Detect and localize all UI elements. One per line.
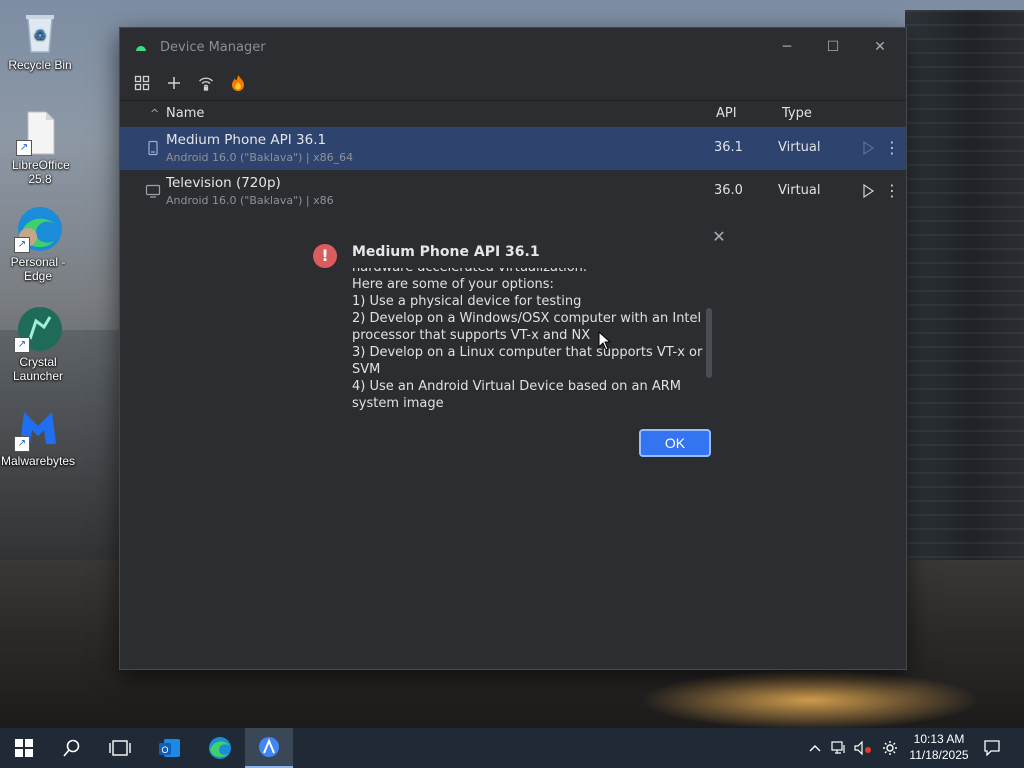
desktop-icon-malwarebytes[interactable]: ↗ Malwarebytes xyxy=(0,404,78,468)
more-options-icon[interactable]: ⋮ xyxy=(884,181,900,201)
task-view-button[interactable] xyxy=(96,728,144,768)
minimize-button[interactable]: ─ xyxy=(764,28,810,66)
device-type: Virtual xyxy=(778,183,821,198)
system-clock[interactable]: 10:13 AM 11/18/2025 xyxy=(906,731,972,763)
column-header-type[interactable]: Type xyxy=(782,101,812,127)
volume-muted-icon[interactable] xyxy=(852,728,874,768)
desktop-icon-label: Recycle Bin xyxy=(8,58,72,72)
settings-gear-icon[interactable] xyxy=(878,728,902,768)
table-row[interactable]: Medium Phone API 36.1 Android 16.0 ("Bak… xyxy=(120,127,906,170)
device-details: Android 16.0 ("Baklava") | x86 xyxy=(166,194,334,207)
desktop-icon-crystal-launcher[interactable]: ↗ Crystal Launcher xyxy=(0,305,78,383)
taskbar-outlook[interactable]: O xyxy=(146,728,194,768)
table-row[interactable]: Television (720p) Android 16.0 ("Baklava… xyxy=(120,170,906,213)
mouse-cursor-icon xyxy=(598,331,612,351)
device-api: 36.1 xyxy=(714,140,743,155)
dialog-message-line: 2) Develop on a Windows/OSX computer wit… xyxy=(352,311,702,343)
edge-icon: ↗ xyxy=(14,205,62,253)
desktop-icon-label: Personal - Edge xyxy=(10,255,66,283)
device-name: Medium Phone API 36.1 xyxy=(166,132,327,148)
device-group-icon[interactable] xyxy=(132,73,152,93)
error-dialog: ! Medium Phone API 36.1 ✕ hardware accel… xyxy=(298,222,740,466)
show-hidden-icons-chevron-up-icon[interactable] xyxy=(804,728,826,768)
clock-time: 10:13 AM xyxy=(913,732,965,746)
ok-button[interactable]: OK xyxy=(639,429,711,457)
taskbar-android-studio[interactable] xyxy=(245,728,293,768)
dialog-close-icon[interactable]: ✕ xyxy=(710,228,728,246)
android-icon xyxy=(136,46,146,51)
taskbar: O 10:13 AM 11/18/2025 xyxy=(0,728,1024,768)
toolbar xyxy=(120,66,906,101)
column-header-api[interactable]: API xyxy=(716,101,737,127)
desktop-icon-label: Crystal Launcher xyxy=(12,355,64,383)
libreoffice-icon: ↗ xyxy=(16,108,64,156)
device-name: Television (720p) xyxy=(166,175,281,191)
task-view-icon xyxy=(109,740,131,756)
table-header: ^ Name API Type xyxy=(120,101,906,128)
add-icon[interactable] xyxy=(164,73,184,93)
taskbar-edge[interactable] xyxy=(196,728,244,768)
device-api: 36.0 xyxy=(714,183,743,198)
outlook-icon: O xyxy=(159,739,180,757)
dialog-message: hardware accelerated virtualization. Her… xyxy=(352,268,704,410)
desktop-icon-label: LibreOffice 25.8 xyxy=(12,158,70,186)
clock-date: 11/18/2025 xyxy=(909,748,969,762)
column-header-name[interactable]: Name xyxy=(166,101,204,127)
search-icon xyxy=(63,739,80,757)
firebase-icon[interactable] xyxy=(228,73,248,93)
android-studio-icon xyxy=(259,737,279,757)
desktop-icon-libreoffice[interactable]: ↗ LibreOffice 25.8 xyxy=(0,108,80,186)
network-icon[interactable] xyxy=(828,728,850,768)
title-bar[interactable]: Device Manager ─ ☐ ✕ xyxy=(120,28,906,66)
dialog-message-line: Here are some of your options: xyxy=(352,277,554,292)
run-icon[interactable] xyxy=(860,140,876,156)
desktop-icon-recycle-bin[interactable]: ♻ Recycle Bin xyxy=(0,8,80,72)
dialog-message-line: 1) Use a physical device for testing xyxy=(352,294,582,309)
more-options-icon[interactable]: ⋮ xyxy=(884,138,900,158)
crystal-launcher-icon: ↗ xyxy=(14,305,62,353)
window-title: Device Manager xyxy=(160,39,266,55)
phone-device-icon xyxy=(148,140,158,156)
device-details: Android 16.0 ("Baklava") | x86_64 xyxy=(166,151,354,164)
malwarebytes-icon: ↗ xyxy=(14,404,62,452)
windows-icon xyxy=(15,739,33,757)
dialog-message-scroll[interactable]: hardware accelerated virtualization. Her… xyxy=(352,268,704,410)
start-button[interactable] xyxy=(0,728,48,768)
error-icon: ! xyxy=(313,244,337,268)
dialog-title: Medium Phone API 36.1 xyxy=(352,244,540,260)
recycle-bin-icon: ♻ xyxy=(16,8,64,56)
desktop-icon-edge[interactable]: ↗ Personal - Edge xyxy=(0,205,78,283)
edge-icon xyxy=(209,737,231,759)
desktop-icon-label: Malwarebytes xyxy=(0,454,76,468)
svg-text:♻: ♻ xyxy=(34,27,47,43)
dialog-message-line: 3) Develop on a Linux computer that supp… xyxy=(352,345,703,377)
device-type: Virtual xyxy=(778,140,821,155)
svg-text:O: O xyxy=(161,745,168,755)
close-button[interactable]: ✕ xyxy=(857,28,903,66)
wifi-pairing-icon[interactable] xyxy=(196,73,216,93)
run-icon[interactable] xyxy=(860,183,876,199)
dialog-message-line: hardware accelerated virtualization. xyxy=(352,268,704,276)
maximize-button[interactable]: ☐ xyxy=(810,28,856,66)
search-button[interactable] xyxy=(48,728,96,768)
action-center-icon[interactable] xyxy=(978,728,1006,768)
dialog-scrollbar[interactable] xyxy=(706,308,712,378)
tv-device-icon xyxy=(145,184,161,198)
dialog-message-line: 4) Use an Android Virtual Device based o… xyxy=(352,379,682,410)
sort-chevron-up-icon[interactable]: ^ xyxy=(150,101,159,127)
